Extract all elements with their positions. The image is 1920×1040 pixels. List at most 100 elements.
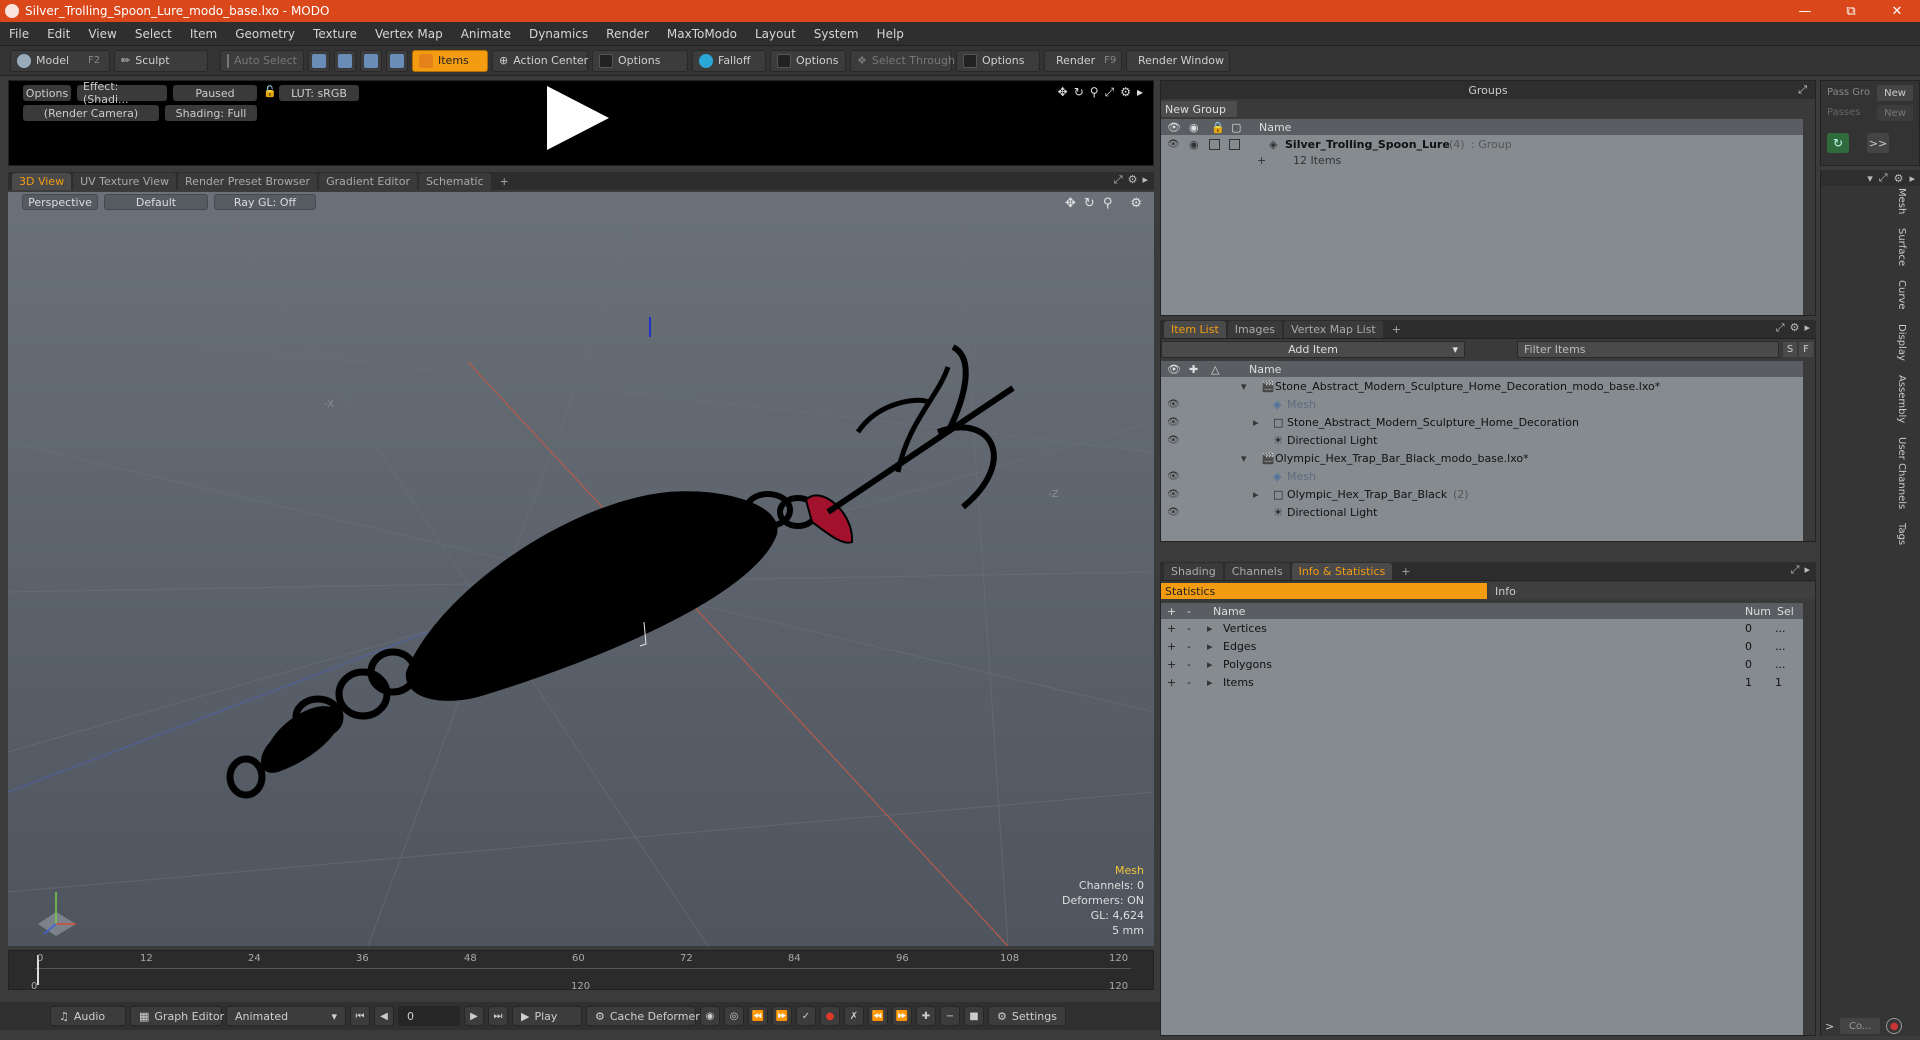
remove-icon[interactable]: -: [1187, 676, 1191, 689]
groups-name-column[interactable]: Name: [1259, 121, 1291, 134]
group-row[interactable]: 👁 ◉ ◈ Silver_Trolling_Spoon_Lure (4) : G…: [1161, 135, 1803, 153]
materials-mode-button[interactable]: [386, 49, 408, 72]
render-button[interactable]: Render F9: [1044, 49, 1122, 72]
collapse-icon[interactable]: ▾: [1241, 380, 1247, 393]
vtab-display[interactable]: Display: [1896, 322, 1907, 363]
item-name-column[interactable]: Name: [1249, 363, 1281, 376]
move-icon[interactable]: ✥: [1058, 85, 1068, 100]
falloff-options-button[interactable]: Options: [770, 49, 846, 72]
auto-key-icon[interactable]: ◎: [724, 1006, 744, 1026]
chevron-down-icon[interactable]: ▾: [1867, 172, 1873, 185]
stats-name-column[interactable]: Name: [1213, 605, 1245, 618]
statistics-subtab[interactable]: Statistics: [1161, 583, 1487, 599]
remove-icon[interactable]: -: [1187, 622, 1191, 635]
arrow-right-icon[interactable]: ▸: [1804, 321, 1810, 335]
settings-button[interactable]: ⚙ Settings: [988, 1006, 1066, 1026]
default-style-dropdown[interactable]: Default: [104, 194, 208, 210]
maximize-icon[interactable]: ⤢: [1776, 321, 1785, 335]
filter-s-button[interactable]: S: [1783, 342, 1797, 357]
menu-view[interactable]: View: [79, 27, 125, 41]
eye-icon[interactable]: 👁: [1167, 399, 1180, 410]
visibility-column-icon[interactable]: 👁: [1167, 363, 1181, 376]
key-delete-icon[interactable]: ✗: [844, 1006, 864, 1026]
remove-icon[interactable]: -: [1187, 640, 1191, 653]
arrow-right-icon[interactable]: ▸: [1142, 173, 1148, 187]
lock-column-icon[interactable]: ✚: [1189, 363, 1198, 376]
menu-vertex-map[interactable]: Vertex Map: [366, 27, 452, 41]
vtab-surface[interactable]: Surface: [1896, 226, 1907, 268]
item-row-scene[interactable]: ▾ 🎬 Stone_Abstract_Modern_Sculpture_Home…: [1161, 377, 1803, 395]
stop-icon[interactable]: ●: [1886, 1018, 1903, 1034]
eye-icon[interactable]: 👁: [1167, 417, 1180, 428]
select-through-options-button[interactable]: Options: [956, 49, 1040, 72]
animated-dropdown[interactable]: Animated ▾: [226, 1006, 346, 1026]
select-through-button[interactable]: ❖ Select Through: [850, 49, 955, 72]
trolling-spoon-lure-model[interactable]: [226, 344, 1015, 799]
timeline[interactable]: 0 12 24 36 48 60 72 84 96 108 120 0 120 …: [8, 950, 1154, 992]
audio-button[interactable]: ♫ Audio: [50, 1006, 126, 1026]
menu-animate[interactable]: Animate: [452, 27, 520, 41]
preview-effect-dropdown[interactable]: Effect: (Shadi...: [77, 80, 167, 106]
filter-f-button[interactable]: F: [1799, 342, 1813, 357]
render-column-icon[interactable]: ◉: [1189, 121, 1199, 134]
eye-icon[interactable]: 👁: [1167, 139, 1180, 150]
select-toggle-icon[interactable]: [1229, 138, 1240, 150]
item-row-mesh[interactable]: 👁 ◈ Mesh: [1161, 467, 1803, 485]
add-tab-button[interactable]: +: [493, 173, 516, 190]
expand-icon[interactable]: ▸: [1253, 416, 1259, 429]
go-to-end-icon[interactable]: ⏭: [488, 1006, 508, 1026]
key-add-icon[interactable]: ✚: [916, 1006, 936, 1026]
arrow-right-icon[interactable]: >: [1825, 1020, 1834, 1033]
preview-camera-dropdown[interactable]: (Render Camera): [23, 105, 159, 121]
tab-render-preset-browser[interactable]: Render Preset Browser: [178, 173, 318, 190]
key-remove-icon[interactable]: −: [940, 1006, 960, 1026]
expand-panel-icon[interactable]: >>: [1867, 133, 1889, 153]
item-row-light[interactable]: 👁 ☀ Directional Light: [1161, 431, 1803, 449]
zoom-icon[interactable]: ⚲: [1090, 85, 1099, 100]
maximize-icon[interactable]: ⤢: [1791, 563, 1800, 577]
tab-shading[interactable]: Shading: [1164, 563, 1223, 580]
restore-icon[interactable]: ⧉: [1828, 4, 1874, 19]
item-row-scene[interactable]: ▾ 🎬 Olympic_Hex_Trap_Bar_Black_modo_base…: [1161, 449, 1803, 467]
tab-images[interactable]: Images: [1227, 321, 1282, 338]
raygl-dropdown[interactable]: Ray GL: Off: [214, 194, 316, 210]
fit-icon[interactable]: ⤢: [1105, 85, 1115, 100]
polygons-mode-button[interactable]: [360, 49, 382, 72]
sculpt-mode-button[interactable]: ✏ Sculpt: [114, 49, 208, 72]
vtab-tags[interactable]: Tags: [1896, 521, 1907, 547]
next-frame-icon[interactable]: ⏩: [892, 1006, 912, 1026]
auto-select-button[interactable]: Auto Select: [220, 49, 304, 72]
stats-row[interactable]: + - ▸ Edges 0 ...: [1161, 637, 1803, 655]
stats-num-column[interactable]: Num: [1745, 605, 1771, 618]
menu-select[interactable]: Select: [126, 27, 181, 41]
arrow-right-icon[interactable]: ▸: [1909, 172, 1915, 185]
next-key-icon[interactable]: ⏩: [772, 1006, 792, 1026]
gear-icon[interactable]: ⚙: [1790, 321, 1800, 335]
vtab-curve[interactable]: Curve: [1896, 278, 1907, 312]
menu-texture[interactable]: Texture: [304, 27, 366, 41]
zoom-icon[interactable]: ⚲: [1103, 196, 1113, 211]
preview-shading-dropdown[interactable]: Shading: Full: [165, 105, 257, 121]
menu-item[interactable]: Item: [181, 27, 226, 41]
vtab-assembly[interactable]: Assembly: [1896, 373, 1907, 425]
cache-deformers-button[interactable]: ⚙ Cache Deformers: [586, 1006, 706, 1026]
select-column-icon[interactable]: ▢: [1231, 121, 1241, 134]
tab-3d-view[interactable]: 3D View: [12, 173, 72, 190]
stats-row[interactable]: + - ▸ Vertices 0 ...: [1161, 619, 1803, 637]
add-icon[interactable]: +: [1167, 658, 1176, 671]
render-toggle-icon[interactable]: ◉: [1189, 138, 1199, 151]
tab-gradient-editor[interactable]: Gradient Editor: [319, 173, 417, 190]
stats-row[interactable]: + - ▸ Polygons 0 ...: [1161, 655, 1803, 673]
minimize-icon[interactable]: —: [1782, 4, 1828, 19]
lock-column-icon[interactable]: 🔒: [1211, 121, 1225, 134]
preview-paused-button[interactable]: Paused: [173, 85, 257, 101]
model-mode-button[interactable]: Model F2: [10, 49, 110, 72]
maximize-icon[interactable]: ⤢: [1114, 173, 1123, 187]
eye-column-icon[interactable]: 👁: [1167, 121, 1181, 134]
tab-item-list[interactable]: Item List: [1164, 321, 1226, 338]
key-clear-icon[interactable]: ■: [964, 1006, 984, 1026]
filter-items-input[interactable]: Filter Items: [1517, 341, 1779, 358]
tab-info-statistics[interactable]: Info & Statistics: [1291, 563, 1393, 580]
vtab-mesh[interactable]: Mesh: [1896, 186, 1907, 216]
render-window-button[interactable]: Render Window: [1126, 49, 1230, 72]
